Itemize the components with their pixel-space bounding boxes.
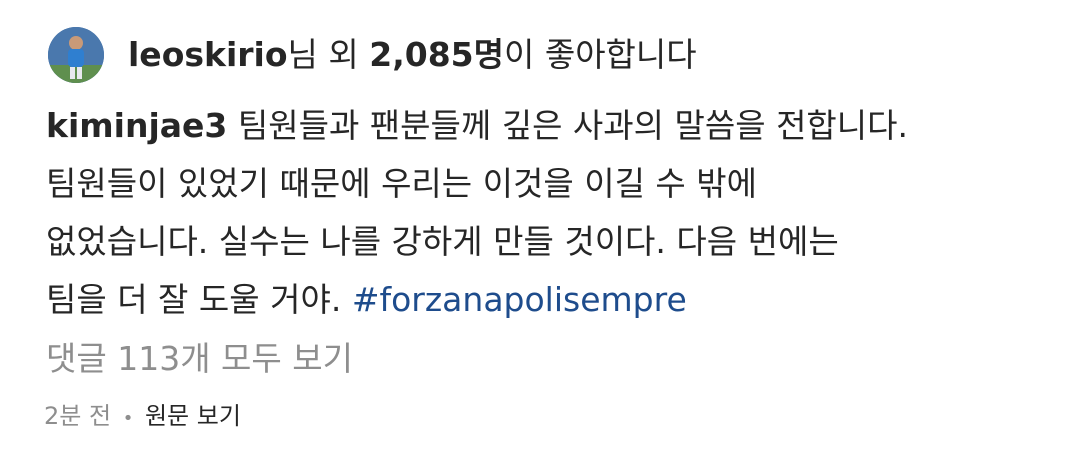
post-meta: 2분 전 • 원문 보기 (44, 393, 241, 442)
likes-summary: leoskirio님 외 2,085명이 좋아합니다 (128, 26, 697, 84)
hashtag-link[interactable]: #forzanapolisempre (352, 280, 687, 319)
caption-line-4: 팀을 더 잘 도울 거야. #forzanapolisempre (46, 271, 1056, 329)
caption-line-1: kiminjae3 팀원들과 팬분들께 깊은 사과의 말씀을 전합니다. (46, 97, 1056, 155)
caption-line-3: 없었습니다. 실수는 나를 강하게 만들 것이다. 다음 번에는 (46, 222, 839, 261)
view-all-comments-link[interactable]: 댓글 113개 모두 보기 (46, 330, 353, 388)
profile-photo-icon (48, 27, 104, 83)
caption-line-2: 팀원들이 있었기 때문에 우리는 이것을 이길 수 밖에 (46, 164, 757, 203)
likes-suffix: 이 좋아합니다 (503, 35, 697, 74)
caption-text-1: 팀원들과 팬분들께 깊은 사과의 말씀을 전합니다. (227, 106, 909, 145)
post-caption: kiminjae3 팀원들과 팬분들께 깊은 사과의 말씀을 전합니다. 팀원들… (46, 97, 1056, 329)
meta-separator: • (122, 408, 134, 429)
avatar[interactable] (48, 27, 104, 83)
liker-username[interactable]: leoskirio (128, 35, 288, 74)
author-username[interactable]: kiminjae3 (46, 106, 227, 145)
see-original-link[interactable]: 원문 보기 (145, 402, 241, 430)
likes-prefix: 님 외 (287, 35, 370, 74)
caption-text-4: 팀을 더 잘 도울 거야. (46, 280, 352, 319)
likes-count[interactable]: 2,085명 (369, 35, 504, 74)
likes-row: leoskirio님 외 2,085명이 좋아합니다 (48, 26, 697, 84)
post-timestamp: 2분 전 (44, 402, 112, 430)
